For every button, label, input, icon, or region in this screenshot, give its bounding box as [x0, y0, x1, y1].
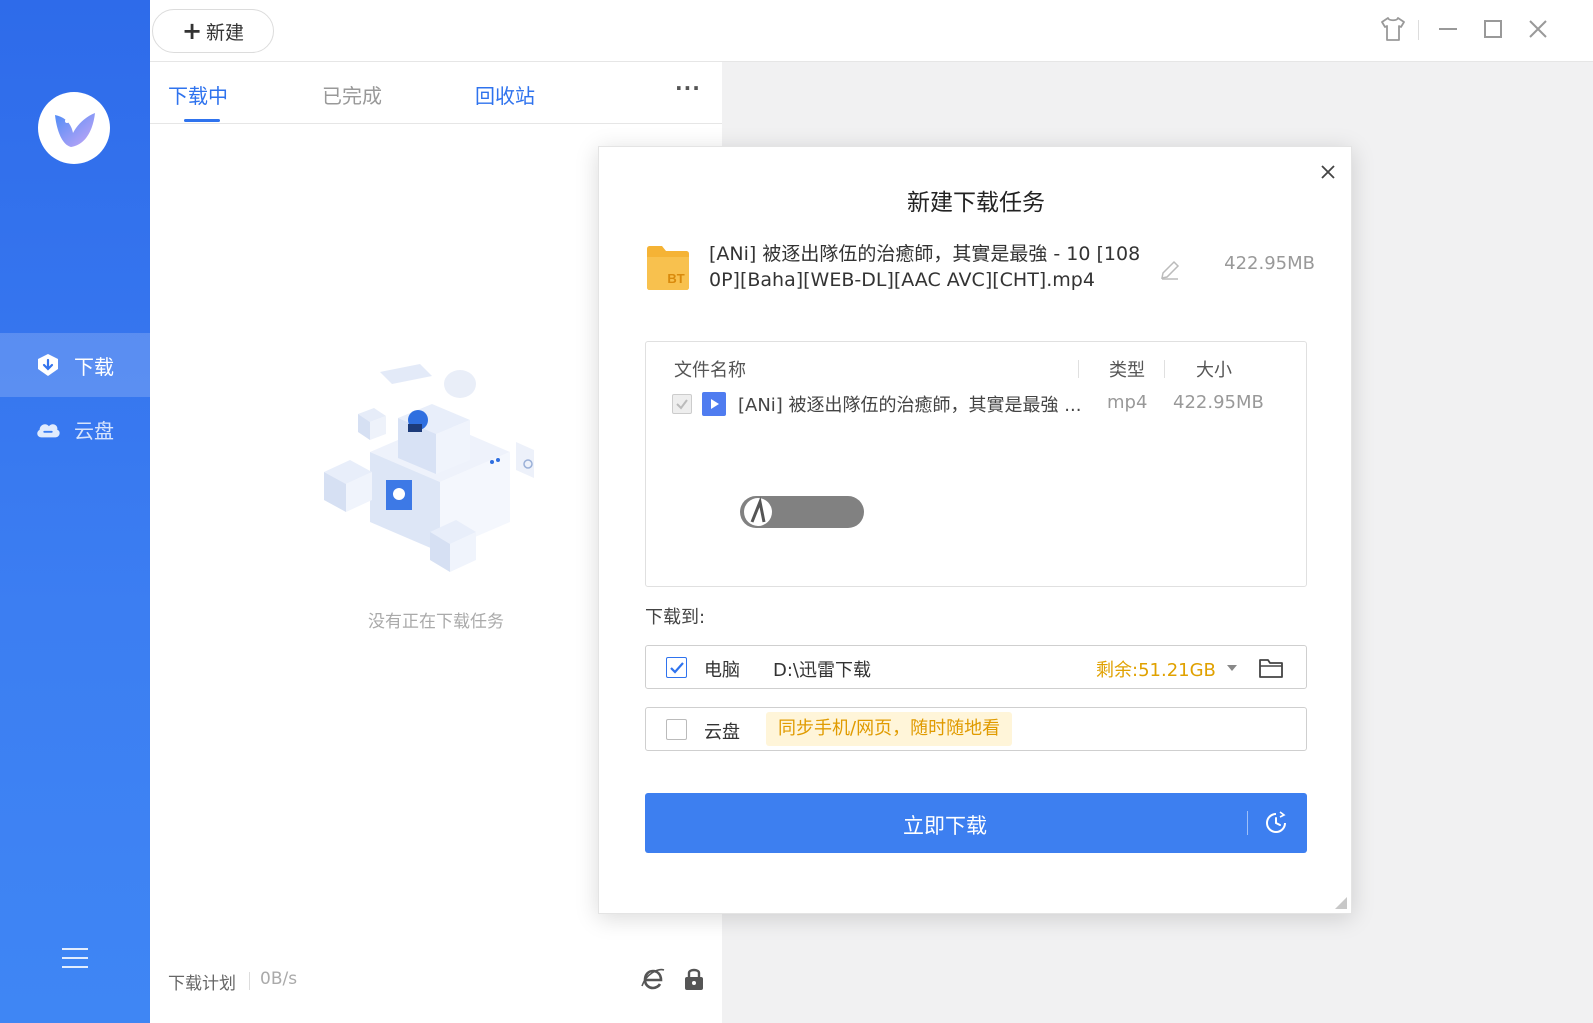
sidebar: 下载 云盘	[0, 0, 150, 1023]
skin-shirt-icon[interactable]	[1375, 14, 1411, 44]
close-icon[interactable]	[1315, 159, 1341, 185]
cloud-label: 云盘	[704, 722, 740, 743]
new-task-button[interactable]: + 新建	[152, 9, 274, 53]
tab-completed[interactable]: 已完成	[322, 80, 382, 109]
sidebar-item-cloud[interactable]: 云盘	[0, 397, 150, 461]
file-list-table: 文件名称 类型 大小 [ANi] 被逐出隊伍的治癒師，其實是最強 ... mp4…	[645, 341, 1307, 587]
local-destination-row: 电脑 D:\迅雷下载 剩余:51.21GB	[645, 645, 1307, 689]
local-checkbox[interactable]	[666, 657, 687, 678]
column-divider	[1164, 360, 1165, 378]
save-to-label: 下载到:	[645, 607, 706, 628]
menu-icon[interactable]	[62, 948, 88, 970]
status-footer: 下载计划 0B/s	[150, 942, 722, 1002]
new-download-dialog: 新建下载任务 BT [ANi] 被逐出隊伍的治癒師，其實是最強 - 10 [10…	[598, 146, 1352, 914]
plus-icon: +	[181, 17, 203, 45]
sidebar-item-download[interactable]: 下载	[0, 333, 150, 397]
sidebar-item-label: 下载	[74, 354, 114, 379]
save-path-field[interactable]: D:\迅雷下载	[773, 656, 871, 682]
file-checkbox[interactable]	[672, 394, 692, 414]
cloud-promo-tip: 同步手机/网页，随时随地看	[766, 712, 1013, 746]
download-now-button[interactable]: 立即下载	[645, 793, 1307, 853]
table-row[interactable]: [ANi] 被逐出隊伍的治癒師，其實是最強 ... mp4 422.95MB	[646, 386, 1306, 422]
file-row-name: [ANi] 被逐出隊伍的治癒師，其實是最強 ...	[738, 395, 1082, 416]
top-bar: + 新建	[150, 0, 1593, 62]
download-now-label: 立即下载	[903, 814, 987, 838]
file-row-size: 422.95MB	[1173, 392, 1264, 413]
cloud-icon	[34, 415, 62, 443]
free-space-text: 剩余:51.21GB	[1096, 660, 1216, 681]
tab-recycle-bin[interactable]: 回收站	[475, 80, 535, 109]
bt-folder-icon: BT	[647, 246, 689, 290]
download-shield-icon	[34, 351, 62, 379]
cloud-destination-row: 云盘 同步手机/网页，随时随地看	[645, 707, 1307, 751]
torrent-file-name: [ANi] 被逐出隊伍的治癒師，其實是最強 - 10 [1080P][Baha]…	[709, 243, 1141, 291]
empty-state-illustration	[324, 364, 534, 572]
app-logo	[38, 92, 110, 164]
maximize-icon[interactable]	[1475, 14, 1511, 44]
close-window-icon[interactable]	[1520, 14, 1556, 44]
forum-watermark-logo	[740, 496, 864, 528]
column-header-size: 大小	[1196, 360, 1232, 381]
cloud-checkbox[interactable]	[666, 719, 687, 740]
sidebar-item-label: 云盘	[74, 418, 114, 443]
lock-icon[interactable]	[682, 966, 708, 992]
dialog-title: 新建下载任务	[907, 190, 1045, 216]
download-plan-link[interactable]: 下载计划	[168, 969, 236, 994]
column-header-name: 文件名称	[674, 360, 746, 381]
resize-grip-icon[interactable]	[1335, 897, 1347, 909]
column-header-type: 类型	[1109, 360, 1145, 381]
active-tab-indicator	[184, 119, 220, 122]
window-control-divider	[1418, 20, 1419, 40]
bt-badge-text: BT	[667, 271, 684, 286]
browser-e-icon[interactable]	[640, 966, 666, 992]
total-file-size: 422.95MB	[1224, 253, 1315, 274]
edit-pencil-icon[interactable]	[1159, 259, 1181, 281]
column-divider	[1078, 360, 1079, 378]
task-tabs: 下载中 已完成 回收站 ···	[150, 62, 722, 124]
local-label: 电脑	[704, 660, 740, 681]
new-task-label: 新建	[206, 21, 245, 44]
download-speed: 0B/s	[260, 969, 298, 989]
chevron-down-icon[interactable]	[1224, 660, 1240, 676]
folder-icon[interactable]	[1258, 656, 1284, 680]
file-row-type: mp4	[1107, 392, 1148, 413]
footer-divider	[249, 972, 250, 990]
minimize-icon[interactable]	[1430, 14, 1466, 44]
bird-logo-icon	[55, 113, 95, 147]
video-file-icon	[702, 392, 726, 416]
schedule-clock-icon[interactable]	[1263, 810, 1289, 836]
tab-downloading[interactable]: 下载中	[168, 80, 228, 109]
button-divider	[1247, 811, 1248, 835]
more-options-icon[interactable]: ···	[675, 76, 701, 100]
